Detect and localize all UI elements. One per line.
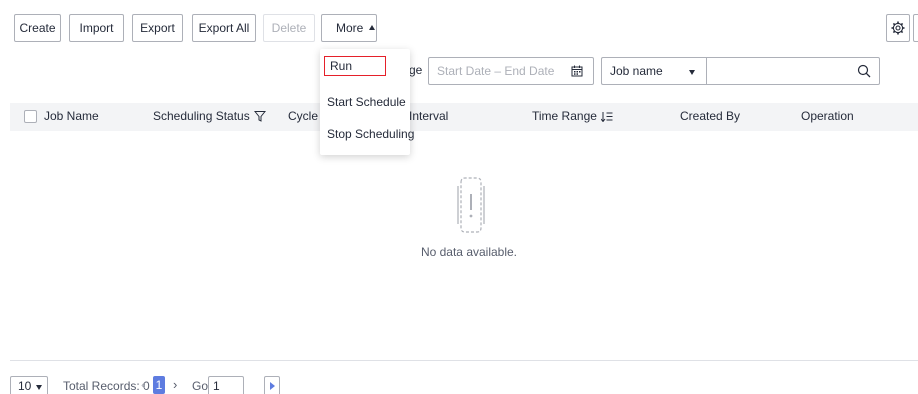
import-button[interactable]: Import	[69, 14, 124, 42]
more-button[interactable]: More	[321, 14, 377, 42]
jump-icon[interactable]	[264, 376, 280, 394]
gear-icon	[891, 21, 905, 35]
sort-icon[interactable]	[600, 111, 613, 123]
go-label: Go	[192, 379, 209, 393]
export-button[interactable]: Export	[132, 14, 183, 42]
search-icon[interactable]	[857, 64, 871, 78]
column-interval: Interval	[409, 109, 449, 123]
page-size-value: 10	[18, 379, 32, 393]
chevron-down-icon	[689, 70, 695, 75]
search-field-value: Job name	[610, 64, 663, 78]
date-range-placeholder: Start Date – End Date	[437, 64, 555, 78]
page-number-current[interactable]: 1	[153, 376, 165, 394]
empty-state-icon	[457, 177, 485, 233]
chevron-right-icon[interactable]: ›	[173, 377, 177, 392]
column-scheduling-status-label: Scheduling Status	[153, 109, 250, 123]
create-button[interactable]: Create	[14, 14, 61, 42]
go-page-input[interactable]: 1	[208, 376, 244, 394]
column-time-range: Time Range	[532, 109, 613, 123]
export-all-button[interactable]: Export All	[192, 14, 256, 42]
column-cycle: Cycle	[288, 109, 319, 123]
column-created-by: Created By	[680, 109, 741, 123]
menu-item-run[interactable]: Run	[320, 56, 410, 78]
column-job-name: Job Name	[44, 109, 99, 123]
column-scheduling-status: Scheduling Status	[153, 109, 266, 123]
more-label: More	[336, 21, 364, 35]
chevron-down-icon	[36, 385, 42, 390]
search-field-select[interactable]: Job name	[601, 57, 706, 85]
table-footer-divider	[10, 360, 918, 361]
page-size-select[interactable]: 10	[10, 376, 48, 394]
calendar-icon	[571, 65, 583, 77]
search-input[interactable]	[706, 57, 880, 85]
table-header: Job Name Scheduling Status Cycle Interva…	[10, 103, 918, 131]
chevron-left-icon[interactable]: ‹	[141, 377, 145, 392]
empty-state-text: No data available.	[420, 245, 518, 259]
time-range-filter-label: ge	[409, 63, 423, 77]
settings-button[interactable]	[886, 14, 910, 42]
menu-item-run-label: Run	[330, 59, 353, 73]
delete-button[interactable]: Delete	[263, 14, 315, 42]
toolbar-extra-button[interactable]	[913, 14, 918, 42]
menu-item-stop-scheduling[interactable]: Stop Scheduling	[320, 121, 414, 147]
chevron-up-icon	[369, 25, 376, 30]
filter-icon[interactable]	[253, 110, 266, 122]
select-all-checkbox[interactable]	[24, 110, 37, 123]
menu-item-start-schedule[interactable]: Start Schedule	[320, 89, 410, 115]
total-records: Total Records: 0	[63, 379, 150, 393]
column-time-range-label: Time Range	[532, 109, 597, 123]
more-dropdown-menu: Run Start Schedule Stop Scheduling	[320, 49, 414, 155]
date-range-picker[interactable]: Start Date – End Date	[428, 57, 594, 85]
column-operation: Operation	[801, 109, 854, 123]
